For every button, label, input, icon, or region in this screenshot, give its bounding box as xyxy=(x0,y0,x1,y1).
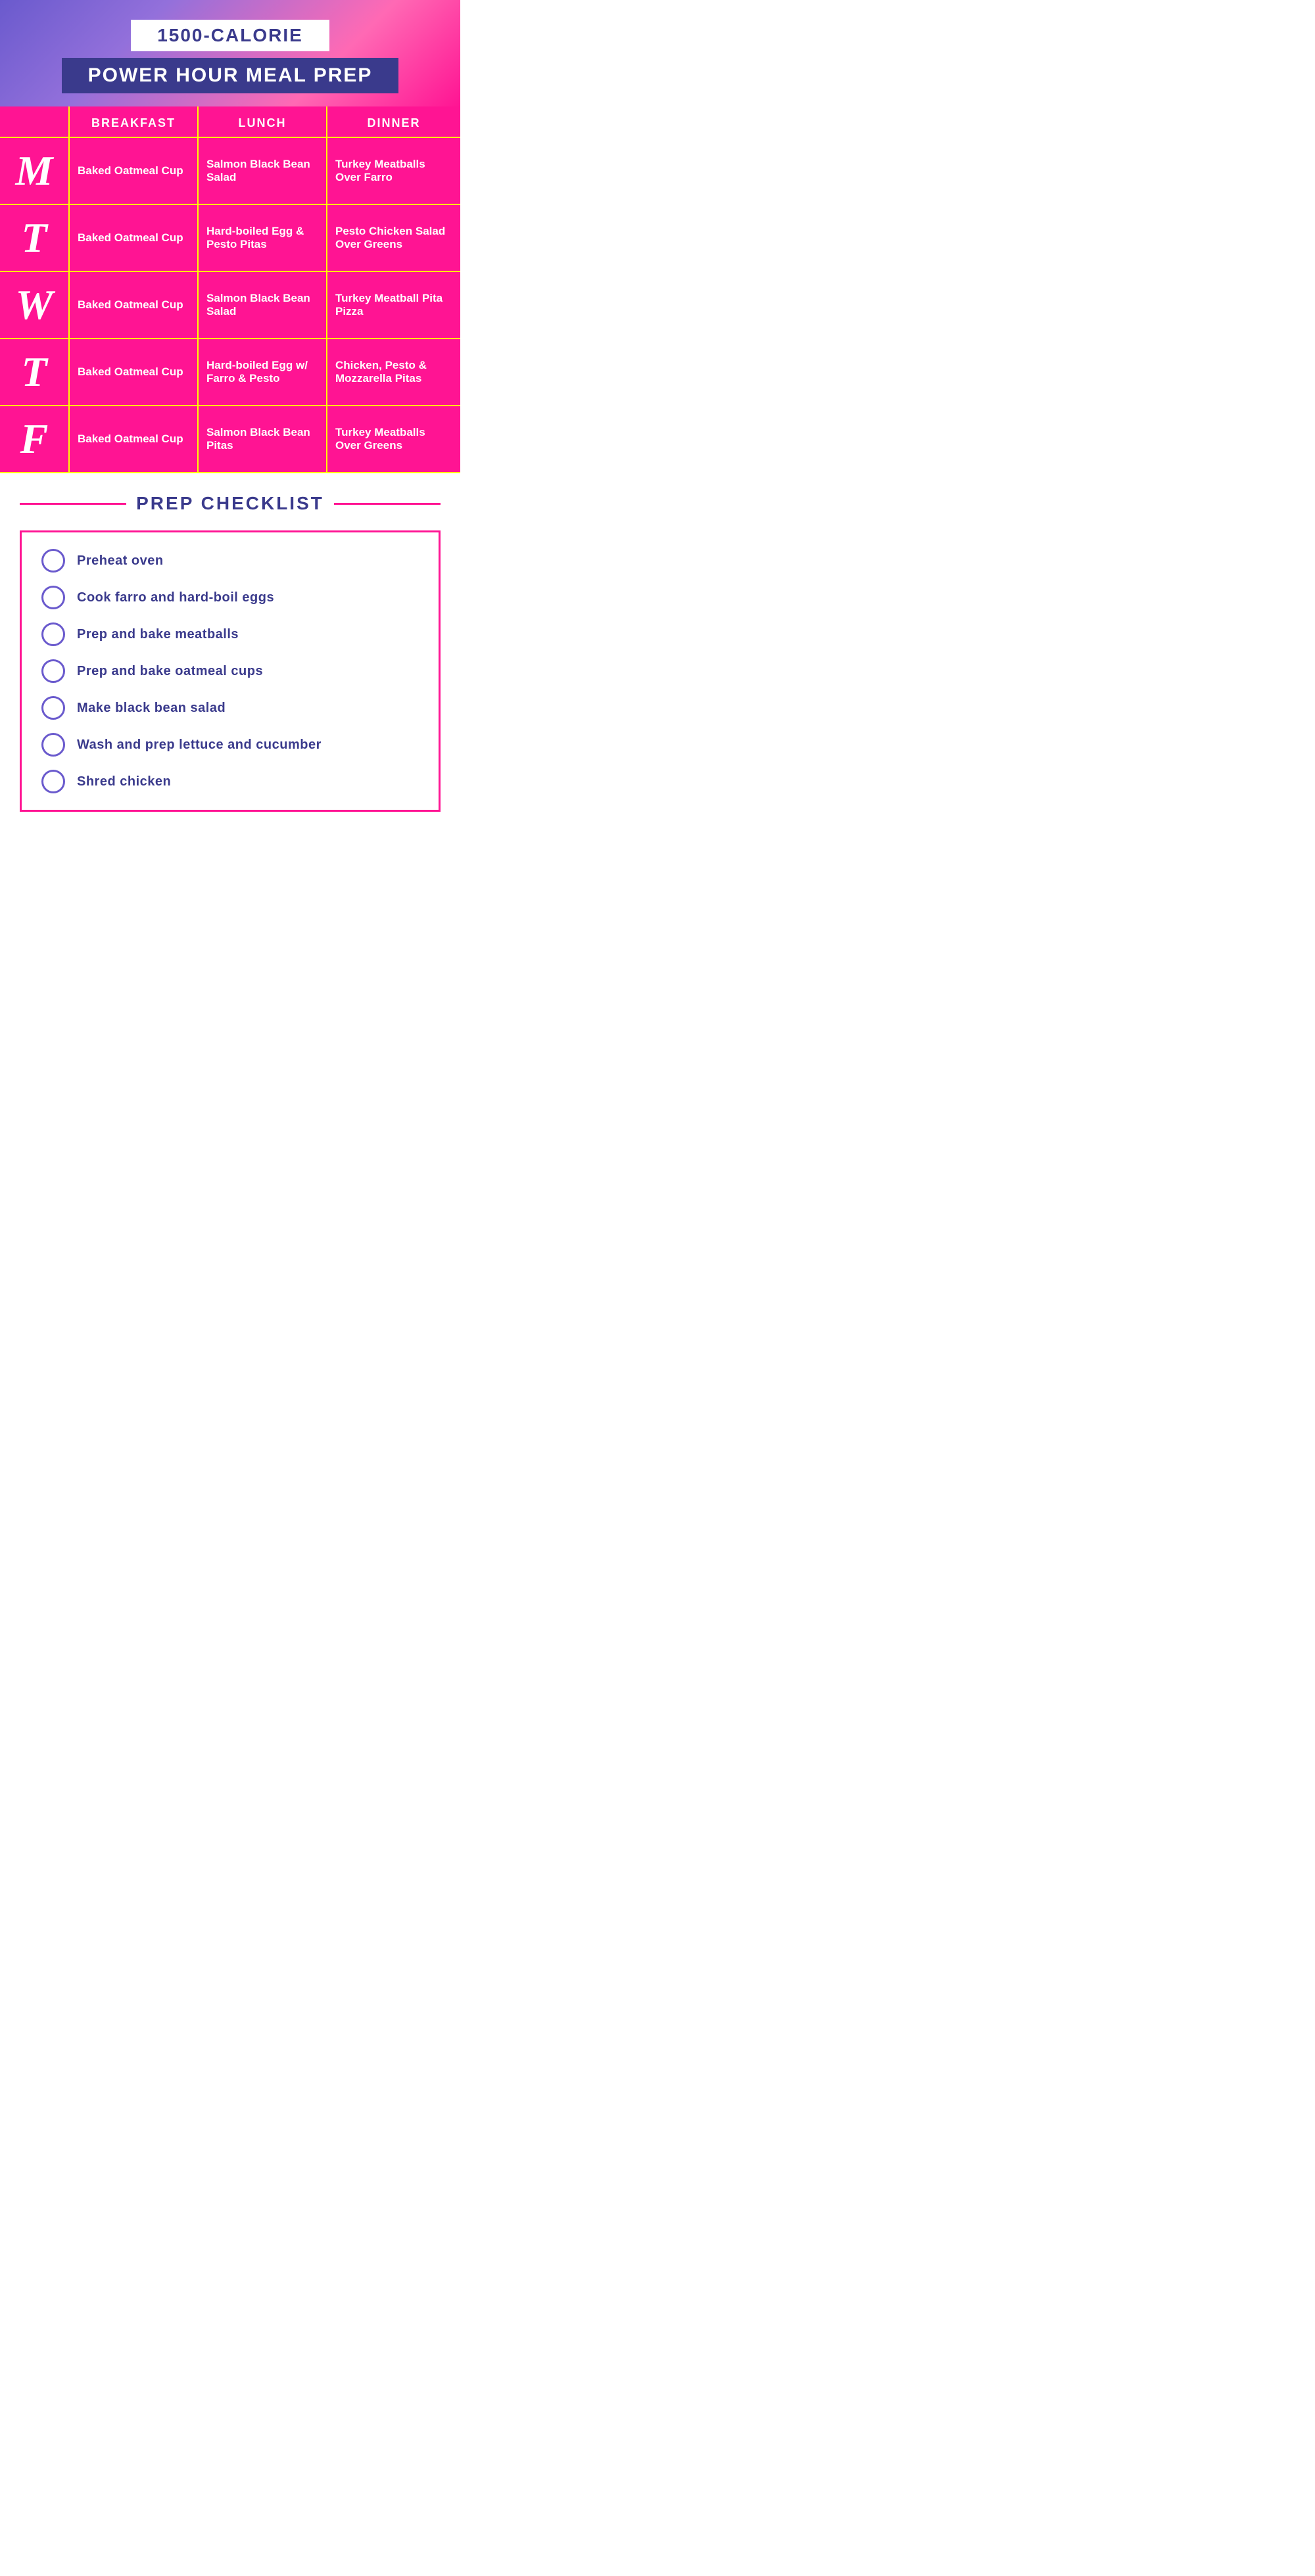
checklist-item-text: Make black bean salad xyxy=(77,701,226,716)
checklist-item-text: Shred chicken xyxy=(77,774,171,789)
checklist-item-text: Wash and prep lettuce and cucumber xyxy=(77,738,322,753)
day-letter-cell: W xyxy=(0,271,69,339)
checkbox-circle[interactable] xyxy=(41,549,65,573)
day-letter-cell: F xyxy=(0,406,69,473)
dinner-cell: Pesto Chicken Salad Over Greens xyxy=(327,204,460,271)
checklist-item: Prep and bake meatballs xyxy=(41,622,419,646)
day-letter-cell: T xyxy=(0,204,69,271)
dinner-cell: Turkey Meatball Pita Pizza xyxy=(327,271,460,339)
table-row: T Baked Oatmeal Cup Hard-boiled Egg & Pe… xyxy=(0,204,460,271)
checklist-title: PREP CHECKLIST xyxy=(136,493,324,514)
checklist-title-wrapper: PREP CHECKLIST xyxy=(20,493,441,514)
checkbox-circle[interactable] xyxy=(41,586,65,609)
checklist-item: Make black bean salad xyxy=(41,696,419,720)
breakfast-cell: Baked Oatmeal Cup xyxy=(69,406,198,473)
title-box-top: 1500-CALORIE xyxy=(131,20,329,51)
checklist-items-container: Preheat oven Cook farro and hard-boil eg… xyxy=(41,549,419,793)
dinner-cell: Chicken, Pesto & Mozzarella Pitas xyxy=(327,339,460,406)
dinner-header: DINNER xyxy=(327,106,460,137)
lunch-cell: Salmon Black Bean Salad xyxy=(198,271,327,339)
dinner-cell: Turkey Meatballs Over Farro xyxy=(327,137,460,204)
table-row: W Baked Oatmeal Cup Salmon Black Bean Sa… xyxy=(0,271,460,339)
checklist-border: Preheat oven Cook farro and hard-boil eg… xyxy=(20,530,441,812)
table-row: M Baked Oatmeal Cup Salmon Black Bean Sa… xyxy=(0,137,460,204)
lunch-cell: Salmon Black Bean Salad xyxy=(198,137,327,204)
checklist-item-text: Prep and bake oatmeal cups xyxy=(77,664,263,679)
page-wrapper: 1500-CALORIE POWER HOUR MEAL PREP BREAKF… xyxy=(0,0,460,838)
lunch-header: LUNCH xyxy=(198,106,327,137)
day-letter: T xyxy=(8,217,60,259)
lunch-cell: Hard-boiled Egg w/ Farro & Pesto xyxy=(198,339,327,406)
table-row: T Baked Oatmeal Cup Hard-boiled Egg w/ F… xyxy=(0,339,460,406)
checkbox-circle[interactable] xyxy=(41,733,65,757)
checklist-section: PREP CHECKLIST Preheat oven Cook farro a… xyxy=(0,473,460,838)
checklist-line-right xyxy=(334,503,441,505)
day-letter: M xyxy=(8,150,60,192)
table-header-row: BREAKFAST LUNCH DINNER xyxy=(0,106,460,137)
checklist-item-text: Cook farro and hard-boil eggs xyxy=(77,590,274,605)
checklist-item-text: Prep and bake meatballs xyxy=(77,627,239,642)
title-bottom: POWER HOUR MEAL PREP xyxy=(88,64,373,86)
table-row: F Baked Oatmeal Cup Salmon Black Bean Pi… xyxy=(0,406,460,473)
day-letter-cell: M xyxy=(0,137,69,204)
lunch-cell: Hard-boiled Egg & Pesto Pitas xyxy=(198,204,327,271)
meal-table-section: BREAKFAST LUNCH DINNER M Baked Oatmeal C… xyxy=(0,106,460,473)
day-col-header xyxy=(0,106,69,137)
checklist-item: Wash and prep lettuce and cucumber xyxy=(41,733,419,757)
breakfast-cell: Baked Oatmeal Cup xyxy=(69,204,198,271)
checklist-item-text: Preheat oven xyxy=(77,553,164,569)
checklist-item: Preheat oven xyxy=(41,549,419,573)
header-section: 1500-CALORIE POWER HOUR MEAL PREP xyxy=(0,0,460,106)
day-letter: T xyxy=(8,351,60,393)
day-letter: W xyxy=(8,284,60,326)
day-letter: F xyxy=(8,418,60,460)
title-box-bottom: POWER HOUR MEAL PREP xyxy=(62,58,399,93)
checkbox-circle[interactable] xyxy=(41,622,65,646)
checkbox-circle[interactable] xyxy=(41,659,65,683)
breakfast-cell: Baked Oatmeal Cup xyxy=(69,137,198,204)
checkbox-circle[interactable] xyxy=(41,770,65,793)
checklist-item: Prep and bake oatmeal cups xyxy=(41,659,419,683)
meal-table: BREAKFAST LUNCH DINNER M Baked Oatmeal C… xyxy=(0,106,460,473)
title-top: 1500-CALORIE xyxy=(157,25,303,45)
checklist-item: Cook farro and hard-boil eggs xyxy=(41,586,419,609)
breakfast-cell: Baked Oatmeal Cup xyxy=(69,271,198,339)
breakfast-header: BREAKFAST xyxy=(69,106,198,137)
checklist-item: Shred chicken xyxy=(41,770,419,793)
lunch-cell: Salmon Black Bean Pitas xyxy=(198,406,327,473)
day-letter-cell: T xyxy=(0,339,69,406)
checkbox-circle[interactable] xyxy=(41,696,65,720)
breakfast-cell: Baked Oatmeal Cup xyxy=(69,339,198,406)
dinner-cell: Turkey Meatballs Over Greens xyxy=(327,406,460,473)
checklist-line-left xyxy=(20,503,126,505)
